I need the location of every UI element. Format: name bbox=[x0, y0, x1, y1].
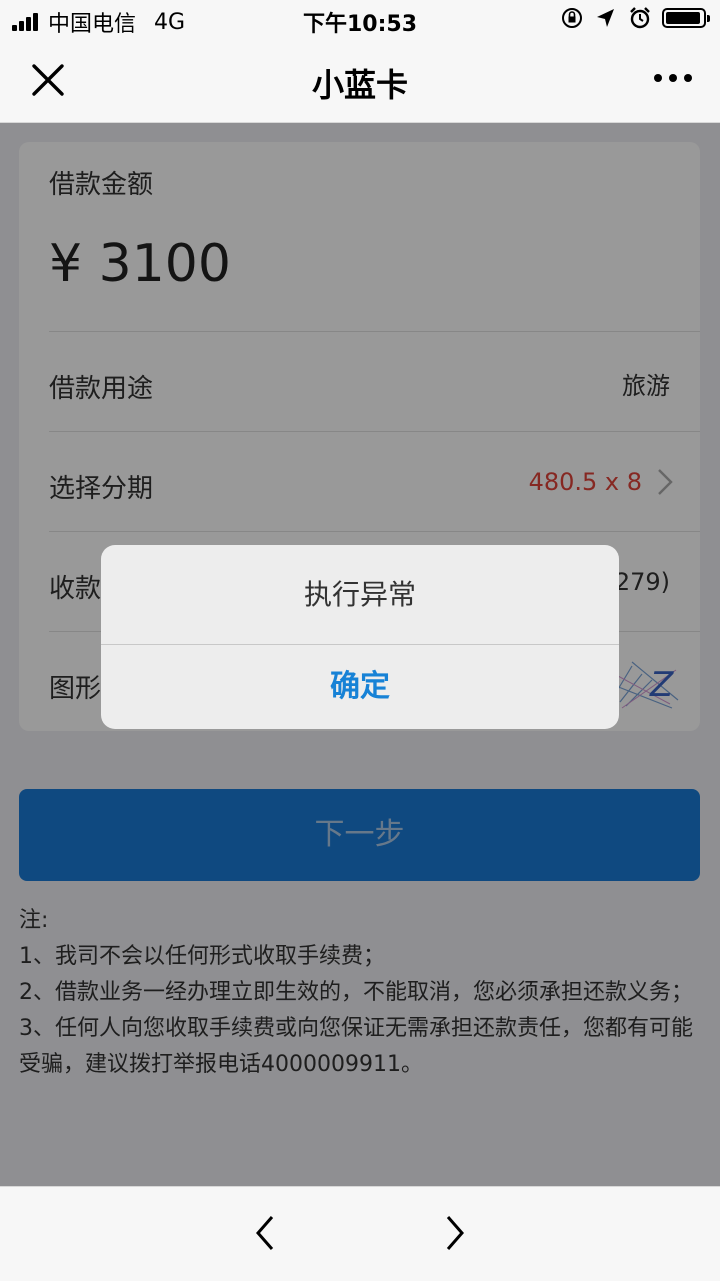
battery-icon bbox=[662, 8, 710, 28]
rotation-lock-icon bbox=[562, 8, 582, 28]
dialog-ok-button[interactable]: 确定 bbox=[101, 645, 619, 729]
location-icon bbox=[597, 9, 614, 27]
forward-icon[interactable] bbox=[440, 1213, 470, 1253]
status-bar: 中国电信 4G 下午10:53 bbox=[0, 0, 720, 40]
alert-dialog: 执行异常 确定 bbox=[101, 545, 619, 729]
more-icon[interactable] bbox=[647, 74, 692, 82]
alarm-icon bbox=[630, 7, 650, 29]
dialog-message: 执行异常 bbox=[303, 578, 416, 611]
status-right bbox=[560, 6, 710, 30]
back-icon[interactable] bbox=[250, 1213, 280, 1253]
page-title: 小蓝卡 bbox=[311, 66, 408, 104]
nav-bar: 小蓝卡 bbox=[0, 40, 720, 123]
bottom-toolbar bbox=[0, 1186, 720, 1281]
